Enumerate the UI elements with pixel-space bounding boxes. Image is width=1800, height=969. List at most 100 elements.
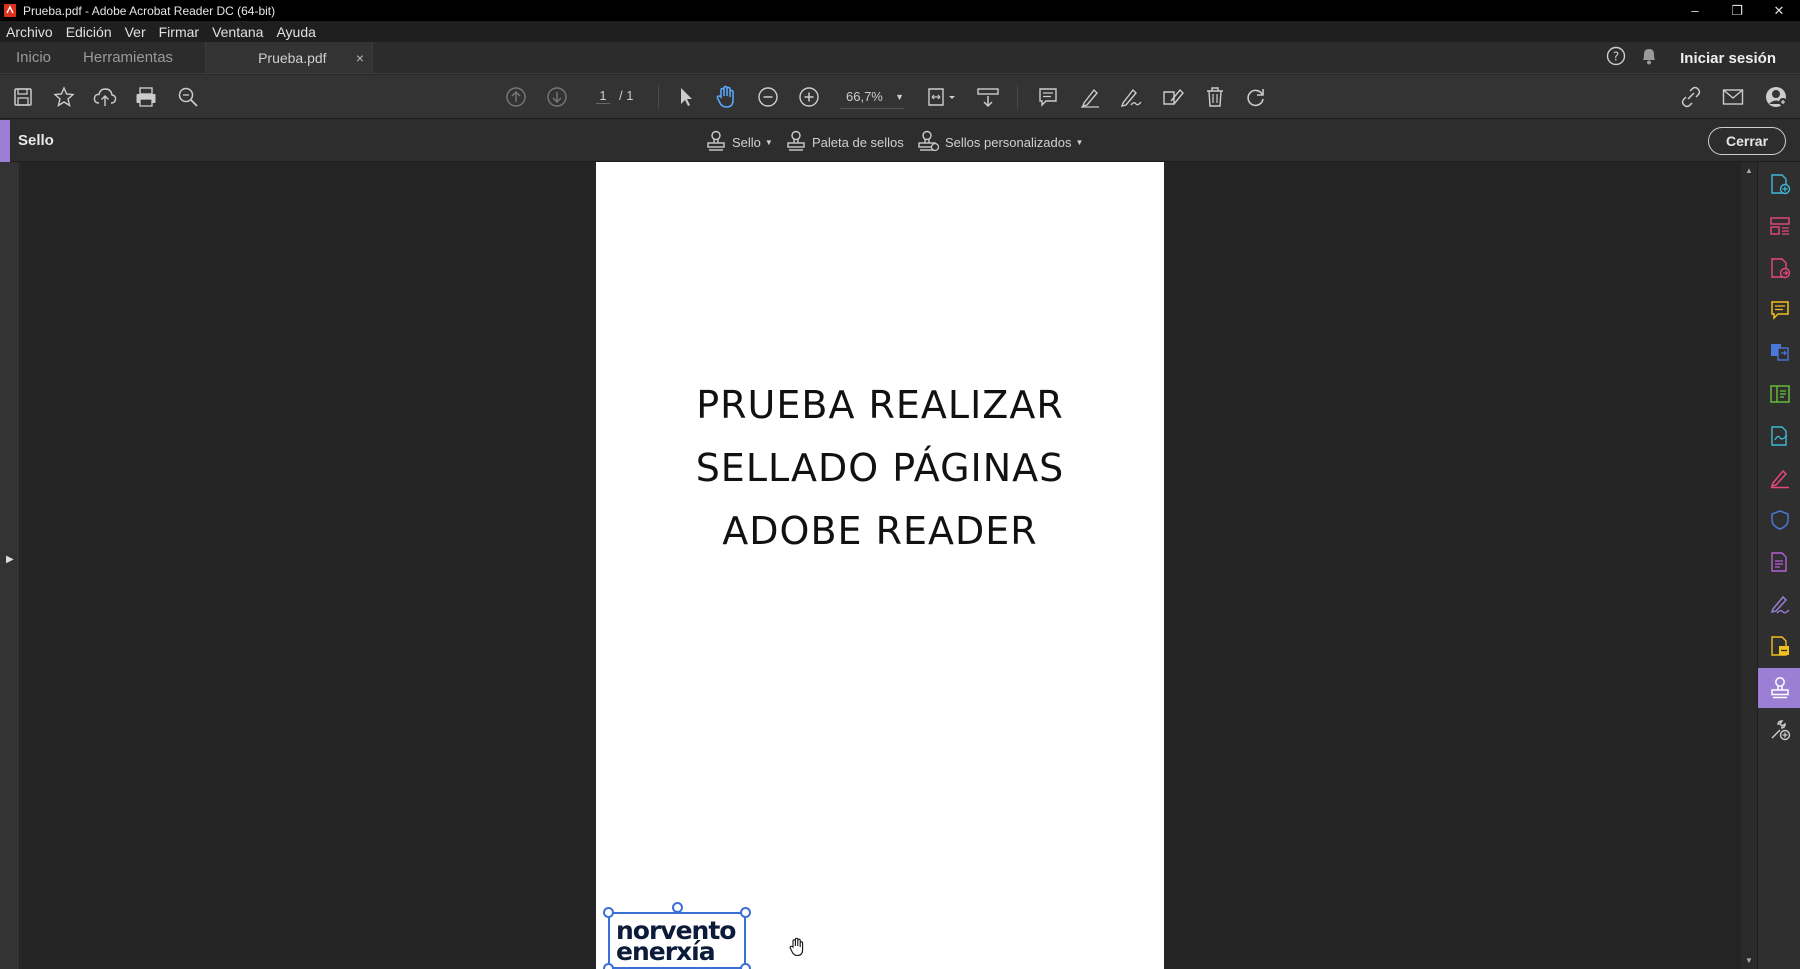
certificates-sign-icon[interactable]: [1758, 584, 1800, 624]
stamp-palette-icon: [786, 130, 812, 155]
scroll-down-icon[interactable]: ▼: [1745, 956, 1753, 965]
main-toolbar: 1 / 1 66,7% ▼: [0, 75, 1800, 119]
stamp-toolbar: Sello Sello ▼ Paleta de sellos Sellos pe…: [0, 120, 1800, 162]
rotate-handle[interactable]: [672, 902, 683, 913]
help-icon[interactable]: ?: [1606, 46, 1626, 71]
highlight-pen-icon[interactable]: [1078, 85, 1102, 109]
hand-cursor-icon: [788, 937, 806, 962]
title-bar: Prueba.pdf - Adobe Acrobat Reader DC (64…: [0, 0, 1800, 21]
placed-stamp[interactable]: norvento enerxía: [603, 902, 751, 969]
organize-pages-icon[interactable]: [1758, 206, 1800, 246]
norvento-logo: norvento enerxía: [616, 916, 736, 966]
combine-files-icon[interactable]: [1758, 332, 1800, 372]
fill-and-sign-icon[interactable]: [1758, 458, 1800, 498]
chevron-down-icon: ▼: [895, 91, 904, 102]
tab-inicio[interactable]: Inicio: [0, 42, 67, 73]
stamp-label: Sello: [732, 135, 761, 150]
page-text: PRUEBA REALIZAR SELLADO PÁGINAS ADOBE RE…: [596, 374, 1164, 563]
comment-icon[interactable]: [1036, 85, 1060, 109]
stamp-palette-button[interactable]: Paleta de sellos: [786, 130, 904, 155]
document-canvas[interactable]: PRUEBA REALIZAR SELLADO PÁGINAS ADOBE RE…: [21, 162, 1741, 969]
email-icon[interactable]: [1721, 85, 1745, 109]
page-text-line: ADOBE READER: [722, 509, 1038, 553]
stamp-icon: [706, 130, 732, 155]
select-pointer-icon[interactable]: [674, 85, 698, 109]
page-fit-icon[interactable]: [926, 85, 958, 109]
caret-down-icon: ▼: [1075, 138, 1084, 147]
print-icon[interactable]: [134, 85, 158, 109]
close-tool-button[interactable]: Cerrar: [1708, 127, 1786, 155]
search-zoom-icon[interactable]: [176, 85, 200, 109]
page-down-icon[interactable]: [545, 85, 569, 109]
share-link-icon[interactable]: [1679, 85, 1703, 109]
bell-icon[interactable]: [1640, 46, 1658, 71]
zoom-value: 66,7%: [846, 89, 883, 104]
page-text-line: PRUEBA REALIZAR: [696, 383, 1064, 427]
resize-handle[interactable]: [603, 907, 614, 918]
tab-document-label: Prueba.pdf: [258, 49, 327, 66]
stamp-dropdown-button[interactable]: Sello ▼: [706, 130, 773, 155]
page-total: / 1: [619, 88, 634, 103]
signin-button[interactable]: Iniciar sesión: [1680, 50, 1776, 67]
zoom-level-dropdown[interactable]: 66,7% ▼: [840, 85, 904, 109]
more-tools-icon[interactable]: [1758, 710, 1800, 750]
delete-trash-icon[interactable]: [1203, 85, 1227, 109]
stamp-tool-title: Sello: [18, 132, 54, 149]
page-up-icon[interactable]: [504, 85, 528, 109]
scroll-up-icon[interactable]: ▲: [1745, 166, 1753, 175]
acrobat-app-icon: [3, 4, 17, 18]
stamp-palette-label: Paleta de sellos: [812, 135, 904, 150]
right-tools-pane: [1757, 162, 1800, 969]
zoom-in-icon[interactable]: [797, 85, 821, 109]
bookmark-star-icon[interactable]: [52, 85, 76, 109]
fill-sign-icon[interactable]: [1161, 85, 1185, 109]
menu-edicion[interactable]: Edición: [66, 24, 112, 40]
expand-panel-icon[interactable]: ▶: [6, 554, 14, 565]
tab-document[interactable]: Prueba.pdf ×: [205, 42, 374, 73]
minimize-icon[interactable]: –: [1674, 0, 1716, 21]
menu-bar: Archivo Edición Ver Firmar Ventana Ayuda: [0, 21, 1800, 42]
close-window-icon[interactable]: ✕: [1758, 0, 1800, 21]
menu-archivo[interactable]: Archivo: [6, 24, 53, 40]
resize-handle[interactable]: [740, 907, 751, 918]
left-panel-collapsed: ▶: [0, 162, 20, 969]
close-tab-icon[interactable]: ×: [356, 50, 364, 66]
pdf-page[interactable]: PRUEBA REALIZAR SELLADO PÁGINAS ADOBE RE…: [596, 162, 1164, 969]
upload-cloud-icon[interactable]: [93, 85, 117, 109]
protect-shield-icon[interactable]: [1758, 500, 1800, 540]
save-icon[interactable]: [11, 85, 35, 109]
tab-herramientas[interactable]: Herramientas: [67, 42, 189, 73]
create-pdf-icon[interactable]: [1758, 164, 1800, 204]
restore-icon[interactable]: ❐: [1716, 0, 1758, 21]
scroll-mode-icon[interactable]: [976, 85, 1000, 109]
draw-sign-icon[interactable]: [1119, 85, 1143, 109]
custom-stamps-label: Sellos personalizados: [945, 135, 1072, 150]
menu-ver[interactable]: Ver: [125, 24, 146, 40]
page-text-line: SELLADO PÁGINAS: [695, 446, 1065, 490]
page-number-input[interactable]: 1: [596, 88, 610, 104]
prepare-form-icon[interactable]: [1758, 626, 1800, 666]
comment-tool-icon[interactable]: [1758, 290, 1800, 330]
edit-pdf-icon[interactable]: [1758, 374, 1800, 414]
hand-tool-icon[interactable]: [714, 85, 738, 109]
send-for-signature-icon[interactable]: [1758, 416, 1800, 456]
custom-stamp-icon: [917, 130, 945, 155]
tab-bar: Inicio Herramientas Prueba.pdf × ? Inici…: [0, 42, 1800, 74]
resize-handle[interactable]: [603, 963, 614, 969]
custom-stamps-button[interactable]: Sellos personalizados ▼: [917, 130, 1083, 155]
window-title: Prueba.pdf - Adobe Acrobat Reader DC (64…: [23, 3, 276, 18]
forms-icon[interactable]: [1758, 542, 1800, 582]
export-pdf-icon[interactable]: [1758, 248, 1800, 288]
vertical-scrollbar[interactable]: ▲ ▼: [1741, 162, 1757, 969]
menu-ventana[interactable]: Ventana: [212, 24, 263, 40]
tool-accent-bar: [0, 120, 10, 162]
svg-text:?: ?: [1613, 49, 1619, 63]
user-account-icon[interactable]: [1764, 85, 1788, 109]
zoom-out-icon[interactable]: [756, 85, 780, 109]
resize-handle[interactable]: [740, 963, 751, 969]
menu-firmar[interactable]: Firmar: [159, 24, 199, 40]
stamp-tool-icon[interactable]: [1758, 668, 1800, 708]
rotate-icon[interactable]: [1244, 85, 1268, 109]
menu-ayuda[interactable]: Ayuda: [276, 24, 315, 40]
caret-down-icon: ▼: [764, 138, 773, 147]
